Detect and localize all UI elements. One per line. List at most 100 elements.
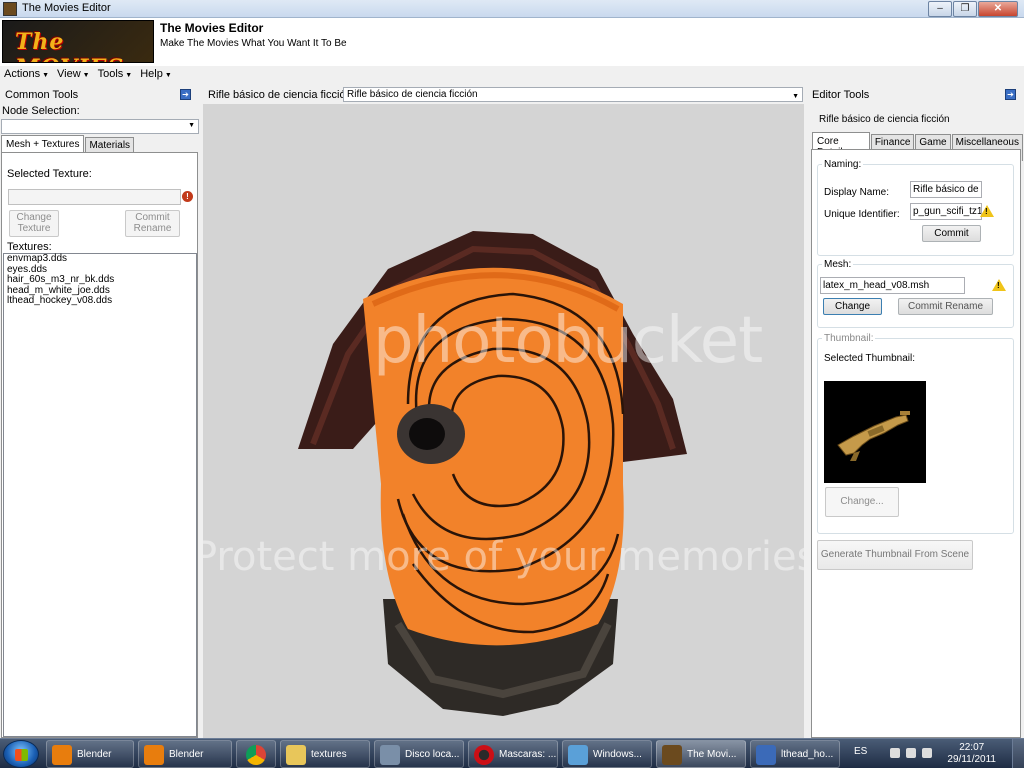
title-bar: The Movies Editor – ❐ ✕ (0, 0, 1024, 18)
system-tray: ES 22:07 29/11/2011 (844, 739, 1024, 768)
app-icon (3, 2, 17, 16)
the-movies-logo: The MOVIES (2, 20, 154, 63)
taskbar-item-opera[interactable]: Mascaras: ... (468, 740, 558, 768)
language-indicator[interactable]: ES (854, 746, 867, 757)
asset-dropdown[interactable]: Rifle básico de ciencia ficción ▼ (343, 87, 803, 102)
dock-panel-icon[interactable]: ➔ (180, 89, 191, 100)
panel-title: Common Tools (5, 89, 79, 101)
app-tagline: Make The Movies What You Want It To Be (160, 38, 347, 49)
chrome-icon (246, 745, 266, 765)
textures-list[interactable]: envmap3.dds eyes.dds hair_60s_m3_nr_bk.d… (3, 253, 197, 737)
3d-viewport[interactable]: photobucket Protect more of your memorie… (203, 104, 804, 738)
taskbar-item-blender-1[interactable]: Blender (46, 740, 134, 768)
window-title: The Movies Editor (22, 2, 111, 14)
asset-label: Rifle básico de ciencia ficción (208, 89, 352, 101)
blender-icon (144, 745, 164, 765)
dock-panel-icon[interactable]: ➔ (1005, 89, 1016, 100)
clock-time: 22:07 (959, 742, 985, 753)
menu-view[interactable]: View ▼ (53, 66, 94, 84)
taskbar-item-disco-local[interactable]: Disco loca... (374, 740, 464, 768)
menu-actions[interactable]: Actions ▼ (0, 66, 53, 84)
maximize-button[interactable]: ❐ (953, 1, 977, 17)
unique-identifier-field[interactable]: p_gun_scifi_tz1 (910, 203, 982, 220)
window-controls: – ❐ ✕ (927, 1, 1018, 17)
selected-texture-label: Selected Texture: (7, 168, 92, 180)
thumbnail-group: Thumbnail: Selected Thumbnail: Change... (817, 333, 1014, 534)
clock[interactable]: 22:07 29/11/2011 (947, 742, 996, 766)
node-selection-dropdown[interactable]: ▼ (1, 119, 199, 134)
chevron-down-icon: ▼ (125, 72, 133, 79)
drive-icon (380, 745, 400, 765)
close-button[interactable]: ✕ (978, 1, 1018, 17)
commit-rename-button[interactable]: Commit Rename (125, 210, 180, 237)
tab-mesh-textures[interactable]: Mesh + Textures (1, 135, 85, 153)
commit-button[interactable]: Commit (922, 225, 981, 242)
windows-taskbar: Blender Blender textures Disco loca... M… (0, 738, 1024, 768)
panel-title: Editor Tools (812, 89, 870, 101)
flag-icon[interactable] (890, 748, 900, 758)
photobucket-watermark-slogan: Protect more of your memories for less! (203, 534, 804, 580)
taskbar-item-the-movies-editor[interactable]: The Movi... (656, 740, 746, 768)
list-item[interactable]: hair_60s_m3_nr_bk.dds (4, 274, 196, 286)
chevron-down-icon: ▼ (792, 93, 799, 100)
selected-texture-field[interactable] (8, 189, 181, 205)
change-texture-button[interactable]: Change Texture (9, 210, 59, 237)
chevron-down-icon: ▼ (42, 72, 50, 79)
mesh-group: Mesh: latex_m_head_v08.msh ! Change Comm… (817, 259, 1014, 328)
error-icon: ! (182, 191, 193, 202)
naming-title: Naming: (822, 159, 864, 170)
chevron-down-icon: ▼ (164, 72, 172, 79)
start-button[interactable] (3, 740, 39, 768)
image-editor-icon (756, 745, 776, 765)
mesh-title: Mesh: (822, 259, 854, 270)
display-name-label: Display Name: (824, 187, 890, 198)
chevron-down-icon: ▼ (188, 122, 195, 129)
menu-help[interactable]: Help ▼ (136, 66, 176, 84)
taskbar-item-lthead-hockey[interactable]: lthead_ho... (750, 740, 840, 768)
asset-selector-bar: Rifle básico de ciencia ficción Rifle bá… (203, 86, 805, 103)
change-thumbnail-button[interactable]: Change... (825, 487, 899, 517)
warning-icon: ! (980, 205, 994, 217)
clock-date: 29/11/2011 (947, 754, 996, 765)
selected-thumbnail-label: Selected Thumbnail: (824, 353, 915, 364)
taskbar-item-chrome[interactable] (236, 740, 276, 768)
commit-rename-button[interactable]: Commit Rename (898, 298, 993, 315)
taskbar-item-blender-2[interactable]: Blender (138, 740, 232, 768)
app-name: The Movies Editor (160, 21, 264, 35)
taskbar-item-textures[interactable]: textures (280, 740, 370, 768)
common-tools-panel: Common Tools ➔ Node Selection: ▼ Mesh + … (0, 86, 200, 738)
change-mesh-button[interactable]: Change (823, 298, 882, 315)
panel-header: Editor Tools ➔ (807, 86, 1024, 103)
mesh-textures-tab-body: Selected Texture: ! Change Texture Commi… (1, 152, 198, 738)
warning-icon: ! (992, 279, 1006, 291)
header-banner: The MOVIES The Movies Editor Make The Mo… (0, 18, 1024, 66)
editor-tools-panel: Editor Tools ➔ Rifle básico de ciencia f… (807, 86, 1024, 738)
taskbar-item-windows-live[interactable]: Windows... (562, 740, 652, 768)
show-desktop-button[interactable] (1012, 739, 1024, 768)
rifle-thumbnail-image (837, 411, 910, 461)
minimize-button[interactable]: – (928, 1, 952, 17)
opera-icon (474, 745, 494, 765)
logo-text: The MOVIES (15, 29, 123, 62)
network-icon[interactable] (906, 748, 916, 758)
list-item[interactable]: lthead_hockey_v08.dds (4, 295, 196, 307)
list-item[interactable]: envmap3.dds (4, 253, 196, 265)
tab-materials[interactable]: Materials (85, 137, 135, 153)
core-details-tab-body: Naming: Display Name: Rifle básico de ci… (811, 149, 1021, 738)
node-selection-label: Node Selection: (2, 105, 80, 117)
messenger-icon (568, 745, 588, 765)
textures-label: Textures: (7, 241, 52, 253)
blender-icon (52, 745, 72, 765)
volume-icon[interactable] (922, 748, 932, 758)
generate-thumbnail-button[interactable]: Generate Thumbnail From Scene (817, 540, 973, 570)
folder-icon (286, 745, 306, 765)
panel-header: Common Tools ➔ (0, 86, 200, 103)
display-name-field[interactable]: Rifle básico de ciencia ficción (910, 181, 982, 198)
menu-tools[interactable]: Tools ▼ (94, 66, 137, 84)
the-movies-icon (662, 745, 682, 765)
windows-logo-icon (15, 749, 28, 761)
left-tabs: Mesh + Textures Materials (1, 135, 135, 153)
mesh-field[interactable]: latex_m_head_v08.msh (820, 277, 965, 294)
menu-bar: Actions ▼ View ▼ Tools ▼ Help ▼ (0, 66, 1024, 84)
mask-eye-pupil (409, 418, 445, 450)
